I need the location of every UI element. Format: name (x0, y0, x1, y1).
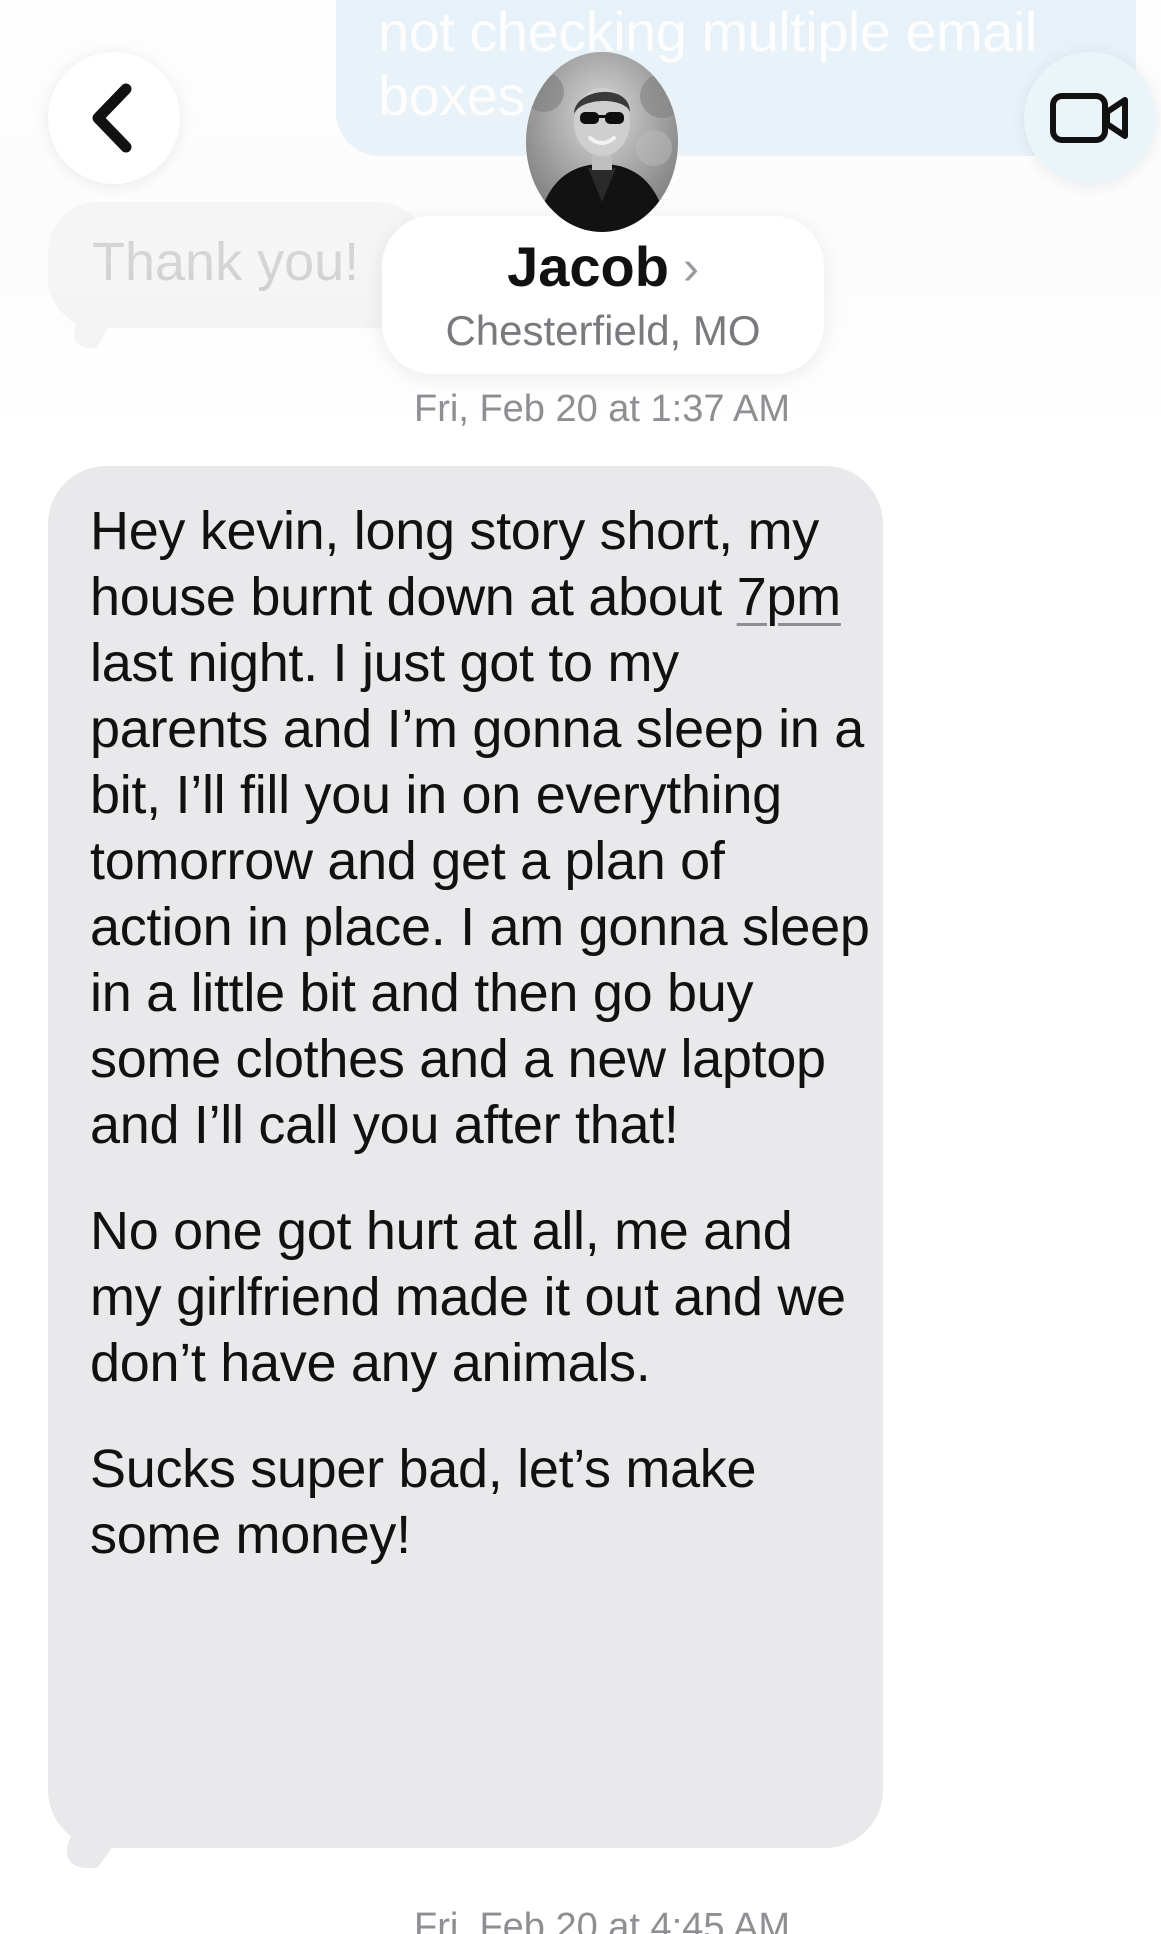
message-body: Hey kevin, long story short, my house bu… (90, 498, 870, 1568)
chevron-left-icon (92, 83, 132, 153)
video-call-button[interactable] (1024, 52, 1156, 184)
message-text: Hey kevin, long story short, my house bu… (90, 501, 834, 627)
message-paragraph-2: No one got hurt at all, me and my girlfr… (90, 1201, 861, 1393)
previous-incoming-bubble[interactable]: Thank you! (48, 202, 428, 328)
contact-name: Jacob (507, 235, 669, 298)
previous-outgoing-bubble[interactable]: not checking multiple email boxes (336, 0, 1136, 156)
message-timestamp: Fri, Feb 20 at 1:37 AM (414, 388, 790, 430)
contact-location: Chesterfield, MO (445, 307, 761, 354)
contact-avatar[interactable] (526, 52, 678, 232)
time-detected-link[interactable]: 7pm (737, 567, 841, 627)
contact-info-pill[interactable]: Jacob › Chesterfield, MO (382, 216, 824, 374)
message-timestamp: Fri, Feb 20 at 4:45 AM (414, 1906, 790, 1934)
avatar-photo (526, 52, 678, 232)
previous-incoming-text: Thank you! (92, 232, 360, 292)
back-button[interactable] (48, 52, 180, 184)
contact-name-row: Jacob › (382, 234, 824, 302)
incoming-message-bubble[interactable]: Hey kevin, long story short, my house bu… (48, 466, 883, 1848)
chevron-right-icon: › (682, 242, 699, 295)
message-paragraph-3: Sucks super bad, let’s make some money! (90, 1439, 771, 1565)
video-camera-icon (1050, 93, 1128, 143)
messages-screen: not checking multiple email boxes Thank … (0, 0, 1161, 1934)
message-paragraph-1: Hey kevin, long story short, my house bu… (90, 498, 870, 1158)
message-text: last night. I just got to my parents and… (90, 567, 885, 1155)
